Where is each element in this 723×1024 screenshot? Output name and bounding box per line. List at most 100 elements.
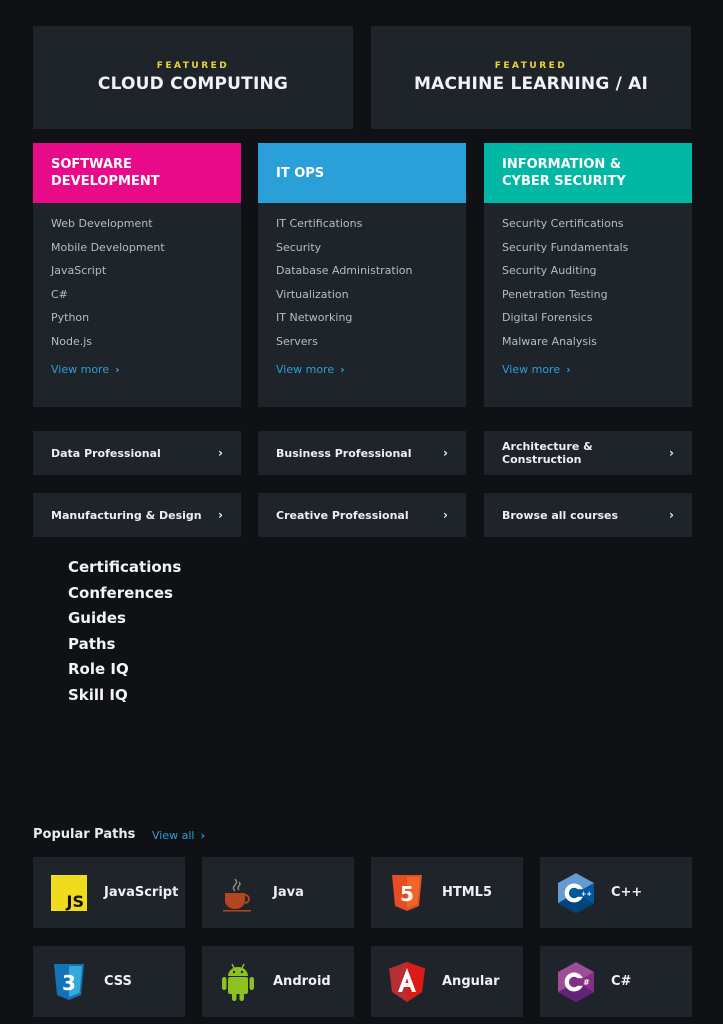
category-header[interactable]: INFORMATION & CYBER SECURITY xyxy=(484,143,692,203)
tile-business-professional[interactable]: Business Professional › xyxy=(258,431,466,475)
svg-text:3: 3 xyxy=(62,971,76,995)
category-link[interactable]: IT Certifications xyxy=(276,216,448,240)
tile-data-professional[interactable]: Data Professional › xyxy=(33,431,241,475)
featured-cloud-computing[interactable]: FEATURED CLOUD COMPUTING xyxy=(33,26,353,129)
css3-logo-icon: 3 xyxy=(51,963,87,1000)
path-html5[interactable]: 5 HTML5 xyxy=(371,857,523,928)
category-link[interactable]: IT Networking xyxy=(276,310,448,334)
cpp-logo-icon: ++ xyxy=(558,872,594,913)
link-role-iq[interactable]: Role IQ xyxy=(68,659,181,685)
chevron-right-icon: › xyxy=(200,829,205,842)
category-link[interactable]: Security Certifications xyxy=(502,216,674,240)
view-more-link[interactable]: View more › xyxy=(51,363,120,376)
category-software-development: SOFTWARE DEVELOPMENT Web Development Mob… xyxy=(33,143,241,407)
svg-text:++: ++ xyxy=(581,889,592,897)
tile-manufacturing-design[interactable]: Manufacturing & Design › xyxy=(33,493,241,537)
path-java[interactable]: Java xyxy=(202,857,354,928)
view-more-label: View more xyxy=(276,362,335,376)
category-cyber-security: INFORMATION & CYBER SECURITY Security Ce… xyxy=(484,143,692,407)
category-link[interactable]: JavaScript xyxy=(51,263,223,287)
category-list: IT Certifications Security Database Admi… xyxy=(258,203,466,377)
featured-machine-learning[interactable]: FEATURED MACHINE LEARNING / AI xyxy=(371,26,691,129)
view-all-link[interactable]: View all › xyxy=(152,829,205,842)
path-javascript[interactable]: JS JavaScript xyxy=(33,857,185,928)
path-angular[interactable]: Angular xyxy=(371,946,523,1017)
view-more-link[interactable]: View more › xyxy=(276,363,345,376)
tile-label: Browse all courses xyxy=(502,508,619,522)
featured-kicker: FEATURED xyxy=(156,61,230,71)
path-css[interactable]: 3 CSS xyxy=(33,946,185,1017)
link-paths[interactable]: Paths xyxy=(68,634,181,660)
tile-creative-professional[interactable]: Creative Professional › xyxy=(258,493,466,537)
tile-architecture-construction[interactable]: Architecture & Construction › xyxy=(484,431,692,475)
link-guides[interactable]: Guides xyxy=(68,608,181,634)
category-title: SOFTWARE DEVELOPMENT xyxy=(51,157,160,189)
android-logo-icon xyxy=(220,963,256,1001)
path-label: Angular xyxy=(442,974,500,989)
link-conferences[interactable]: Conferences xyxy=(68,583,181,609)
tile-browse-all-courses[interactable]: Browse all courses › xyxy=(484,493,692,537)
view-more-link[interactable]: View more › xyxy=(502,363,571,376)
category-link[interactable]: Servers xyxy=(276,334,448,358)
category-link[interactable]: Digital Forensics xyxy=(502,310,674,334)
chevron-right-icon: › xyxy=(443,508,448,522)
category-link[interactable]: Security Auditing xyxy=(502,263,674,287)
angular-logo-icon xyxy=(389,961,425,1002)
category-it-ops: IT OPS IT Certifications Security Databa… xyxy=(258,143,466,407)
category-title: INFORMATION & CYBER SECURITY xyxy=(502,157,626,189)
category-link[interactable]: Node.js xyxy=(51,334,223,358)
featured-kicker: FEATURED xyxy=(494,61,568,71)
path-label: Android xyxy=(273,974,331,989)
link-skill-iq[interactable]: Skill IQ xyxy=(68,685,181,711)
view-all-label: View all xyxy=(152,829,195,842)
category-link[interactable]: Database Administration xyxy=(276,263,448,287)
category-header[interactable]: IT OPS xyxy=(258,143,466,203)
html5-logo-icon: 5 xyxy=(389,874,425,911)
path-label: CSS xyxy=(104,974,132,989)
popular-paths-title: Popular Paths xyxy=(33,827,136,842)
tile-label: Creative Professional xyxy=(276,508,409,522)
category-list: Web Development Mobile Development JavaS… xyxy=(33,203,241,377)
path-cpp[interactable]: ++ C++ xyxy=(540,857,692,928)
tile-label: Data Professional xyxy=(51,446,161,460)
category-link[interactable]: Malware Analysis xyxy=(502,334,674,358)
chevron-right-icon: › xyxy=(669,508,674,522)
category-title: IT OPS xyxy=(276,165,325,181)
path-label: HTML5 xyxy=(442,885,493,900)
path-label: C# xyxy=(611,974,632,989)
path-android[interactable]: Android xyxy=(202,946,354,1017)
path-label: JavaScript xyxy=(104,885,179,900)
path-csharp[interactable]: # C# xyxy=(540,946,692,1017)
featured-title: MACHINE LEARNING / AI xyxy=(413,74,648,94)
category-link[interactable]: Python xyxy=(51,310,223,334)
category-header[interactable]: SOFTWARE DEVELOPMENT xyxy=(33,143,241,203)
tile-label: Manufacturing & Design xyxy=(51,508,202,522)
javascript-logo-icon: JS xyxy=(51,874,87,911)
chevron-right-icon: › xyxy=(669,446,674,460)
tile-label: Business Professional xyxy=(276,446,412,460)
chevron-right-icon: › xyxy=(218,508,223,522)
category-link[interactable]: Security xyxy=(276,240,448,264)
csharp-logo-icon: # xyxy=(558,961,594,1002)
view-more-label: View more xyxy=(502,362,561,376)
chevron-right-icon: › xyxy=(566,362,571,376)
chevron-right-icon: › xyxy=(340,362,345,376)
svg-text:JS: JS xyxy=(66,892,84,911)
resource-links: Certifications Conferences Guides Paths … xyxy=(68,557,181,710)
category-link[interactable]: Security Fundamentals xyxy=(502,240,674,264)
category-link[interactable]: Penetration Testing xyxy=(502,287,674,311)
tile-label: Architecture & Construction xyxy=(502,440,593,466)
category-link[interactable]: C# xyxy=(51,287,223,311)
category-list: Security Certifications Security Fundame… xyxy=(484,203,692,377)
category-link[interactable]: Mobile Development xyxy=(51,240,223,264)
category-link[interactable]: Web Development xyxy=(51,216,223,240)
path-label: C++ xyxy=(611,885,643,900)
featured-title: CLOUD COMPUTING xyxy=(97,74,289,94)
path-label: Java xyxy=(273,885,304,900)
chevron-right-icon: › xyxy=(443,446,448,460)
view-more-label: View more xyxy=(51,362,110,376)
chevron-right-icon: › xyxy=(218,446,223,460)
svg-text:#: # xyxy=(583,977,589,986)
category-link[interactable]: Virtualization xyxy=(276,287,448,311)
link-certifications[interactable]: Certifications xyxy=(68,557,181,583)
